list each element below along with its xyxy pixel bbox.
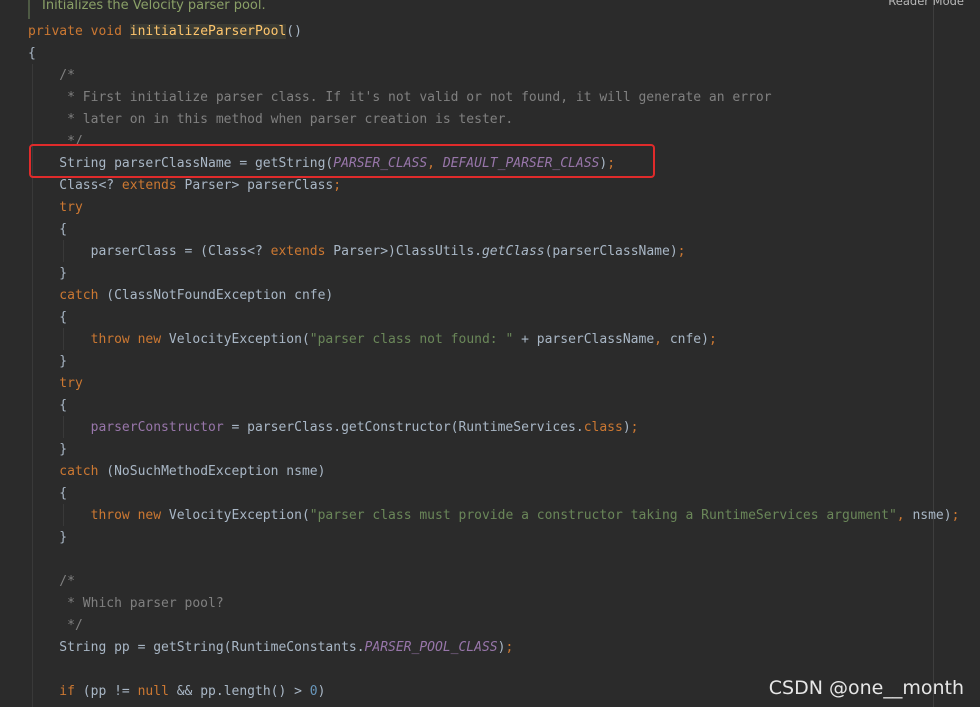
code-token: /* [28, 68, 75, 83]
code-token: throw new [28, 508, 169, 523]
code-token: * First initialize parser class. If it's… [28, 90, 772, 105]
code-line[interactable]: String pp = getString(RuntimeConstants.P… [28, 637, 959, 659]
code-token: ; [630, 420, 639, 435]
code-token: Parser> parserClass [184, 178, 334, 193]
doc-comment-text: Initializes the Velocity parser pool. [42, 0, 266, 13]
code-line[interactable]: Class<? extends Parser> parserClass; [28, 175, 959, 197]
rendered-doc-comment: Initializes the Velocity parser pool. [28, 0, 935, 19]
code-line[interactable]: } [28, 263, 959, 285]
code-token: parserConstructor [28, 420, 232, 435]
code-line[interactable]: } [28, 527, 959, 549]
code-token: cnfe) [669, 332, 709, 347]
code-token: { [28, 46, 36, 61]
code-token: PARSER_POOL_CLASS [364, 640, 498, 655]
code-token: try [28, 200, 83, 215]
code-token: { [28, 222, 68, 237]
code-token: * Which parser pool? [28, 596, 224, 611]
code-token: /* [28, 574, 75, 589]
code-token: ) [317, 684, 326, 699]
code-token: nsme) [912, 508, 952, 523]
code-token: ; [333, 178, 342, 193]
code-token: } [28, 442, 68, 457]
code-token: ; [951, 508, 960, 523]
code-line[interactable]: { [28, 483, 959, 505]
code-token: { [28, 310, 68, 325]
watermark: CSDN @one__month [768, 677, 964, 699]
code-line[interactable]: */ [28, 615, 959, 637]
code-token: = parserClass.getConstructor(RuntimeServ… [231, 420, 584, 435]
code-line[interactable]: throw new VelocityException("parser clas… [28, 329, 959, 351]
code-token: (ClassNotFoundException cnfe) [106, 288, 334, 303]
code-token: + parserClassName [521, 332, 655, 347]
code-line[interactable]: try [28, 373, 959, 395]
highlight-box [29, 144, 655, 178]
code-token: throw new [28, 332, 169, 347]
code-token: , [654, 332, 670, 347]
code-token: (parserClassName) [544, 244, 678, 259]
code-token: ; [708, 332, 717, 347]
code-token: ) [622, 420, 631, 435]
code-token: { [28, 398, 68, 413]
code-line[interactable]: catch (NoSuchMethodException nsme) [28, 461, 959, 483]
code-token: extends [270, 244, 334, 259]
code-token: getClass [481, 244, 545, 259]
code-token: , [896, 508, 913, 523]
code-line[interactable]: /* [28, 571, 959, 593]
code-line[interactable]: * Which parser pool? [28, 593, 959, 615]
code-token: } [28, 354, 68, 369]
code-token: class [583, 420, 623, 435]
code-token: extends [121, 178, 185, 193]
code-token: catch [28, 464, 107, 479]
code-editor[interactable]: Initializes the Velocity parser pool. Re… [0, 0, 980, 707]
code-line[interactable]: parserConstructor = parserClass.getConst… [28, 417, 959, 439]
code-line[interactable]: { [28, 43, 959, 65]
code-token: Class<? [28, 178, 122, 193]
code-line[interactable] [28, 549, 959, 571]
code-token: "parser class must provide a constructor… [309, 508, 897, 523]
code-line[interactable]: try [28, 197, 959, 219]
code-token: ; [505, 640, 514, 655]
code-token: 0 [309, 684, 318, 699]
code-line[interactable]: * later on in this method when parser cr… [28, 109, 959, 131]
code-token: if [28, 684, 83, 699]
code-token: null [137, 684, 177, 699]
code-lines: private void initializeParserPool(){ /* … [28, 21, 959, 703]
code-line[interactable]: parserClass = (Class<? extends Parser>)C… [28, 241, 959, 263]
code-token: } [28, 530, 68, 545]
code-token: VelocityException( [168, 332, 310, 347]
code-token: () [286, 24, 302, 39]
code-token: */ [28, 618, 83, 633]
code-token: (NoSuchMethodException nsme) [106, 464, 326, 479]
code-line[interactable]: { [28, 307, 959, 329]
code-token: && pp.length() > [176, 684, 310, 699]
code-line[interactable]: catch (ClassNotFoundException cnfe) [28, 285, 959, 307]
code-token: ; [677, 244, 686, 259]
code-line[interactable]: throw new VelocityException("parser clas… [28, 505, 960, 527]
code-token: private void [28, 24, 130, 39]
code-token: initializeParserPool [129, 24, 287, 39]
code-token: parserClass = (Class<? [28, 244, 271, 259]
code-line[interactable]: } [28, 351, 959, 373]
reader-mode-button[interactable]: Reader Mode [888, 0, 964, 8]
code-token: { [28, 486, 68, 501]
code-token: * later on in this method when parser cr… [28, 112, 514, 127]
code-token: Parser>)ClassUtils. [333, 244, 482, 259]
code-line[interactable]: /* [28, 65, 959, 87]
code-line[interactable]: * First initialize parser class. If it's… [28, 87, 959, 109]
code-token: } [28, 266, 68, 281]
code-token: (pp != [82, 684, 138, 699]
code-token: try [28, 376, 83, 391]
code-token: VelocityException( [168, 508, 310, 523]
code-token: "parser class not found: " [309, 332, 522, 347]
code-token: catch [28, 288, 107, 303]
code-line[interactable]: } [28, 439, 959, 461]
code-line[interactable]: { [28, 219, 959, 241]
code-token: String pp = getString(RuntimeConstants. [28, 640, 365, 655]
code-line[interactable]: private void initializeParserPool() [28, 21, 959, 43]
code-line[interactable]: { [28, 395, 959, 417]
